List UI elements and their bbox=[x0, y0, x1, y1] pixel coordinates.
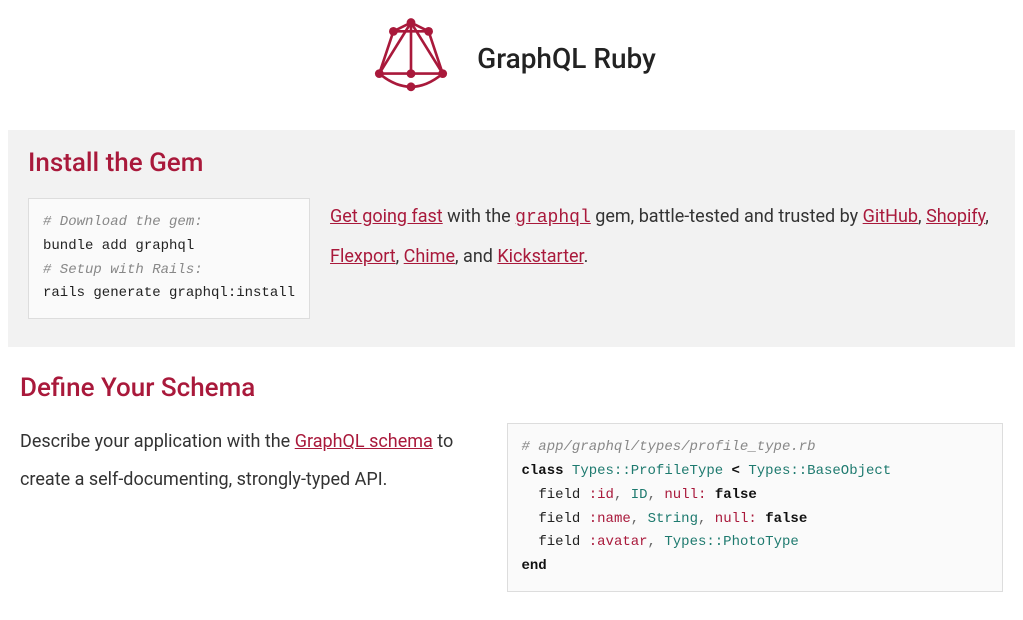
schema-description: Describe your application with the Graph… bbox=[20, 423, 487, 499]
code-line: rails generate graphql:install bbox=[43, 285, 295, 301]
code-type: Types::BaseObject bbox=[748, 463, 891, 479]
code-type: Types::PhotoType bbox=[664, 534, 798, 550]
code-comment: # Download the gem: bbox=[43, 214, 203, 230]
graphql-schema-link[interactable]: GraphQL schema bbox=[295, 431, 433, 452]
graphql-ruby-logo-icon bbox=[367, 12, 455, 104]
code-symbol: :id bbox=[589, 487, 614, 503]
page-title: GraphQL Ruby bbox=[477, 42, 656, 75]
schema-code-block: # app/graphql/types/profile_type.rb clas… bbox=[507, 423, 1004, 592]
get-going-fast-link[interactable]: Get going fast bbox=[330, 206, 443, 227]
code-type: Types::ProfileType bbox=[572, 463, 723, 479]
code-comment: # app/graphql/types/profile_type.rb bbox=[522, 439, 816, 455]
kickstarter-link[interactable]: Kickstarter bbox=[497, 246, 583, 267]
schema-heading: Define Your Schema bbox=[20, 373, 1003, 403]
code-field: field bbox=[538, 511, 580, 527]
graphql-gem-link[interactable]: graphql bbox=[515, 208, 591, 228]
code-field: field bbox=[538, 487, 580, 503]
install-section: Install the Gem # Download the gem: bund… bbox=[8, 130, 1015, 347]
code-line: bundle add graphql bbox=[43, 238, 194, 254]
schema-section: Define Your Schema Describe your applica… bbox=[0, 355, 1023, 620]
code-keyword: class bbox=[522, 463, 564, 479]
header: GraphQL Ruby bbox=[0, 0, 1023, 122]
code-false: false bbox=[765, 511, 807, 527]
github-link[interactable]: GitHub bbox=[863, 206, 918, 227]
code-false: false bbox=[715, 487, 757, 503]
install-code-block: # Download the gem: bundle add graphql #… bbox=[28, 198, 310, 319]
shopify-link[interactable]: Shopify bbox=[926, 206, 985, 227]
code-type: ID bbox=[631, 487, 648, 503]
install-heading: Install the Gem bbox=[28, 148, 995, 178]
code-symbol: :avatar bbox=[589, 534, 648, 550]
code-null: null: bbox=[715, 511, 757, 527]
code-keyword: end bbox=[522, 558, 547, 574]
code-comment: # Setup with Rails: bbox=[43, 262, 203, 278]
install-description: Get going fast with the graphql gem, bat… bbox=[330, 198, 995, 276]
code-field: field bbox=[538, 534, 580, 550]
chime-link[interactable]: Chime bbox=[404, 246, 455, 267]
code-symbol: :name bbox=[589, 511, 631, 527]
code-null: null: bbox=[664, 487, 706, 503]
code-type: String bbox=[648, 511, 698, 527]
flexport-link[interactable]: Flexport bbox=[330, 246, 396, 267]
